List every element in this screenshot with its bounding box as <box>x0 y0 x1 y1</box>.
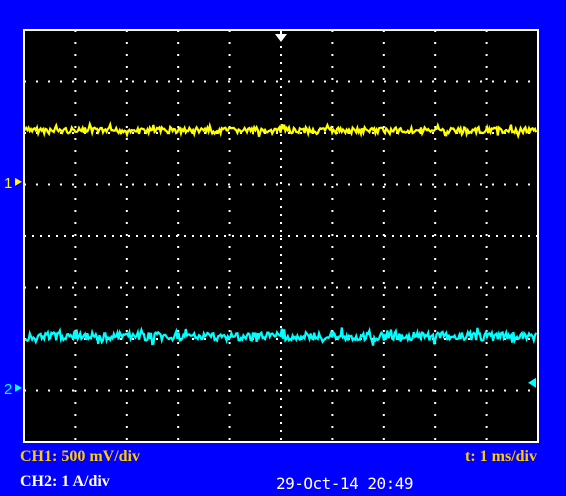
ch1-ground-arrow-icon <box>15 177 22 186</box>
ch2-marker-label: 2 <box>4 381 12 398</box>
ch1-marker-label: 1 <box>4 175 12 192</box>
timebase-label: t: 1 ms/div <box>465 448 537 465</box>
oscilloscope-display: 12 <box>4 29 539 443</box>
trigger-position-stem <box>280 30 282 36</box>
timestamp: 29-Oct-14 20:49 <box>276 474 414 493</box>
ch2-ground-arrow-icon <box>15 383 22 392</box>
ch2-scale-label: CH2: 1 A/div <box>20 473 110 490</box>
ch1-scale-label: CH1: 500 mV/div <box>20 448 140 465</box>
